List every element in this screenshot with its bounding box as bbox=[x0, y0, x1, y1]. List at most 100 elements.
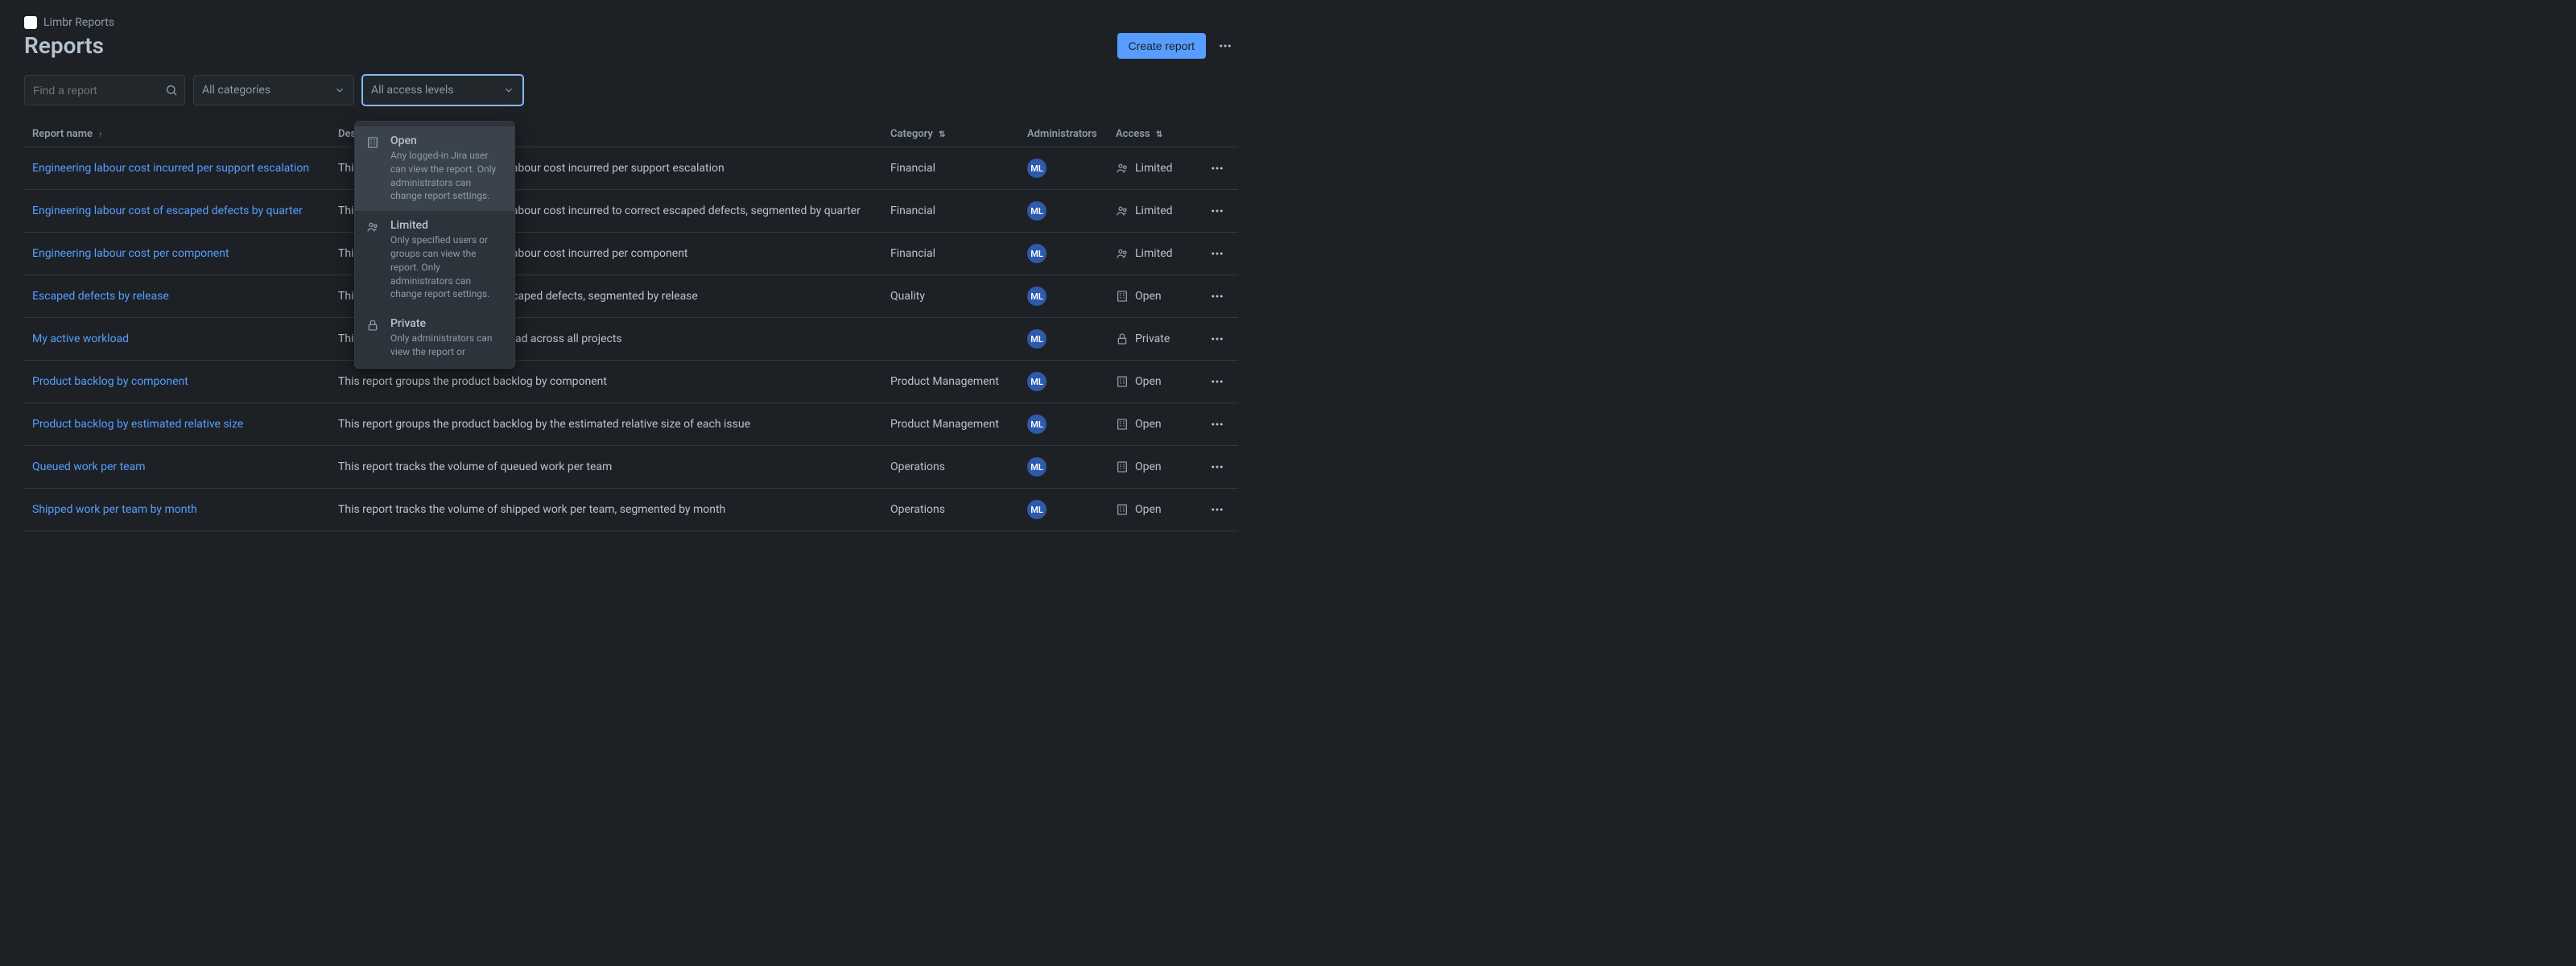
building-icon bbox=[1116, 418, 1129, 431]
report-name-link[interactable]: Shipped work per team by month bbox=[32, 503, 197, 516]
row-more-button[interactable] bbox=[1204, 369, 1230, 394]
access-option-private[interactable]: Private Only administrators can view the … bbox=[355, 309, 514, 367]
access-label: Open bbox=[1135, 418, 1162, 431]
row-more-button[interactable] bbox=[1204, 241, 1230, 266]
group-icon bbox=[1116, 162, 1129, 175]
access-option-limited[interactable]: LimitedOnly specified users or groups ca… bbox=[355, 211, 514, 309]
app-logo-icon bbox=[24, 16, 37, 29]
report-category: Quality bbox=[882, 275, 1019, 318]
avatar[interactable]: ML bbox=[1027, 372, 1046, 391]
col-header-administrators-label: Administrators bbox=[1027, 128, 1097, 140]
report-name-link[interactable]: Escaped defects by release bbox=[32, 290, 169, 303]
report-category: Financial bbox=[882, 233, 1019, 275]
avatar[interactable]: ML bbox=[1027, 287, 1046, 306]
avatar[interactable]: ML bbox=[1027, 500, 1046, 519]
row-more-button[interactable] bbox=[1204, 283, 1230, 309]
row-more-button[interactable] bbox=[1204, 497, 1230, 522]
avatar[interactable]: ML bbox=[1027, 415, 1046, 434]
more-icon bbox=[1210, 204, 1224, 218]
report-name-link[interactable]: Engineering labour cost of escaped defec… bbox=[32, 204, 303, 217]
chevron-down-icon bbox=[334, 85, 345, 96]
search-icon bbox=[165, 84, 178, 97]
avatar[interactable]: ML bbox=[1027, 244, 1046, 263]
table-row: Product backlog by estimated relative si… bbox=[24, 403, 1238, 446]
col-header-access[interactable]: Access ⇅ bbox=[1108, 122, 1196, 147]
access-cell: Open bbox=[1116, 375, 1188, 388]
access-cell: Open bbox=[1116, 290, 1188, 303]
access-filter-dropdown: OpenAny logged-in Jira user can view the… bbox=[354, 121, 515, 369]
row-more-button[interactable] bbox=[1204, 326, 1230, 352]
report-category: Product Management bbox=[882, 361, 1019, 403]
more-icon bbox=[1210, 374, 1224, 389]
access-cell: Private bbox=[1116, 332, 1188, 345]
access-cell: Open bbox=[1116, 418, 1188, 431]
access-label: Open bbox=[1135, 503, 1162, 516]
table-row: Queued work per teamThis report tracks t… bbox=[24, 446, 1238, 489]
avatar[interactable]: ML bbox=[1027, 457, 1046, 477]
access-filter[interactable]: All access levels bbox=[362, 75, 523, 105]
access-filter-label: All access levels bbox=[371, 84, 454, 97]
report-name-link[interactable]: Product backlog by estimated relative si… bbox=[32, 418, 243, 431]
report-category: Product Management bbox=[882, 403, 1019, 446]
search-input[interactable] bbox=[25, 76, 184, 105]
search-field[interactable] bbox=[24, 75, 185, 105]
avatar[interactable]: ML bbox=[1027, 201, 1046, 221]
access-label: Private bbox=[1135, 332, 1170, 345]
col-header-name-label: Report name bbox=[32, 128, 93, 140]
report-name-link[interactable]: Engineering labour cost per component bbox=[32, 247, 229, 260]
col-header-administrators: Administrators bbox=[1019, 122, 1108, 147]
sort-neutral-icon: ⇅ bbox=[1156, 130, 1162, 139]
more-icon bbox=[1210, 161, 1224, 175]
access-option-open[interactable]: OpenAny logged-in Jira user can view the… bbox=[355, 126, 514, 211]
report-name-link[interactable]: My active workload bbox=[32, 332, 129, 345]
access-option-title: Private bbox=[390, 317, 503, 330]
table-row: Product backlog by componentThis report … bbox=[24, 361, 1238, 403]
lock-icon bbox=[366, 317, 382, 359]
chevron-down-icon bbox=[503, 85, 514, 96]
avatar[interactable]: ML bbox=[1027, 329, 1046, 349]
access-cell: Limited bbox=[1116, 247, 1188, 260]
report-category: Financial bbox=[882, 190, 1019, 233]
group-icon bbox=[366, 219, 382, 301]
more-icon bbox=[1210, 502, 1224, 517]
access-label: Open bbox=[1135, 460, 1162, 473]
group-icon bbox=[1116, 204, 1129, 217]
access-label: Limited bbox=[1135, 247, 1173, 260]
breadcrumb: Limbr Reports bbox=[24, 16, 1238, 29]
report-name-link[interactable]: Engineering labour cost incurred per sup… bbox=[32, 162, 309, 175]
report-name-link[interactable]: Product backlog by component bbox=[32, 375, 188, 388]
reports-table: Report name ↑ Description Category ⇅ Adm… bbox=[24, 122, 1238, 531]
more-icon bbox=[1210, 289, 1224, 303]
table-row: Escaped defects by releaseThis report tr… bbox=[24, 275, 1238, 318]
access-label: Open bbox=[1135, 375, 1162, 388]
report-description: This report groups the product backlog b… bbox=[330, 403, 882, 446]
page-title: Reports bbox=[24, 32, 104, 59]
more-icon bbox=[1210, 460, 1224, 474]
row-more-button[interactable] bbox=[1204, 198, 1230, 224]
col-header-category-label: Category bbox=[890, 128, 933, 140]
page-more-button[interactable] bbox=[1212, 33, 1238, 59]
sort-asc-icon: ↑ bbox=[98, 130, 102, 139]
create-report-button[interactable]: Create report bbox=[1117, 33, 1206, 59]
report-name-link[interactable]: Queued work per team bbox=[32, 460, 146, 473]
report-category: Operations bbox=[882, 446, 1019, 489]
col-header-name[interactable]: Report name ↑ bbox=[24, 122, 330, 147]
group-icon bbox=[1116, 247, 1129, 260]
report-description: This report tracks the volume of shipped… bbox=[330, 489, 882, 531]
category-filter[interactable]: All categories bbox=[193, 75, 354, 105]
table-row: Shipped work per team by month This repor… bbox=[24, 489, 1238, 531]
avatar[interactable]: ML bbox=[1027, 159, 1046, 178]
row-more-button[interactable] bbox=[1204, 454, 1230, 480]
table-row: Engineering labour cost incurred per sup… bbox=[24, 147, 1238, 190]
col-header-category[interactable]: Category ⇅ bbox=[882, 122, 1019, 147]
access-cell: Limited bbox=[1116, 162, 1188, 175]
row-more-button[interactable] bbox=[1204, 411, 1230, 437]
report-category bbox=[882, 318, 1019, 361]
create-report-label: Create report bbox=[1129, 39, 1195, 52]
breadcrumb-app[interactable]: Limbr Reports bbox=[43, 16, 114, 29]
table-row: Engineering labour cost per componentThi… bbox=[24, 233, 1238, 275]
row-more-button[interactable] bbox=[1204, 155, 1230, 181]
access-label: Open bbox=[1135, 290, 1162, 303]
access-option-desc: Only administrators can view the report … bbox=[390, 332, 503, 359]
access-option-desc: Only specified users or groups can view … bbox=[390, 233, 503, 301]
